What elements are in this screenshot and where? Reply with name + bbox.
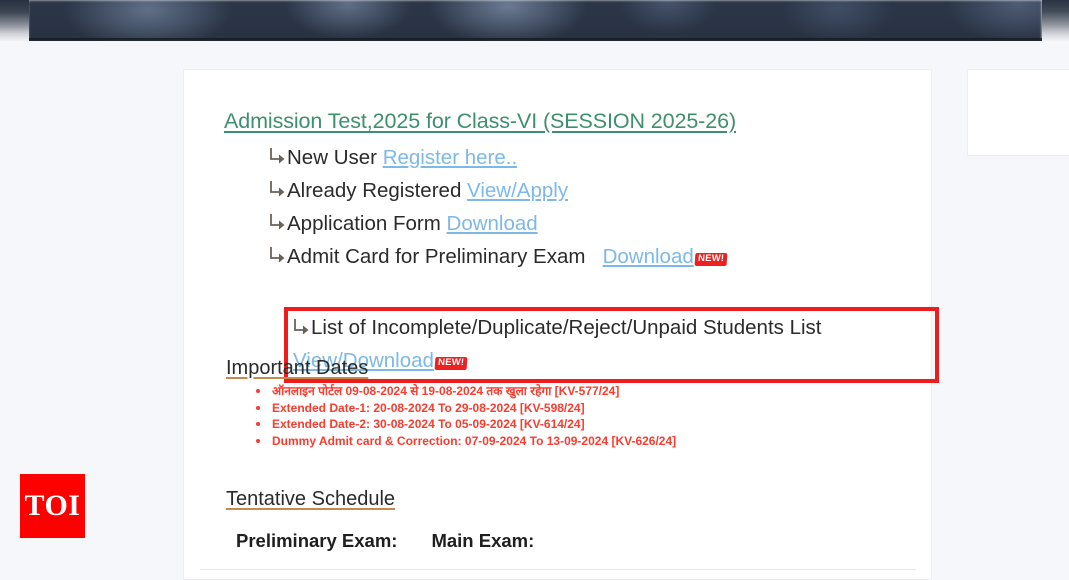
list-item-new-user[interactable]: New User Register here..	[224, 141, 924, 174]
list-item-already-registered[interactable]: Already Registered View/Apply	[224, 174, 924, 207]
bullet-icon	[256, 422, 260, 426]
right-turn-arrow-icon	[269, 141, 287, 174]
bullet-icon	[256, 438, 260, 443]
highlight-line-1: List of Incomplete/Duplicate/Reject/Unpa…	[293, 311, 822, 345]
page-title: Admission Test,2025 for Class-VI (SESSIO…	[224, 109, 737, 133]
banner-left-fade	[0, 0, 29, 41]
register-here-link[interactable]: Register here..	[383, 146, 517, 169]
date-text: Extended Date-1: 20-08-2024 To 29-08-202…	[272, 400, 585, 415]
right-turn-arrow-icon	[293, 312, 311, 345]
admission-notice: Admission Test,2025 for Class-VI (SESSIO…	[224, 108, 939, 383]
list-item-label: Already Registered	[287, 178, 462, 202]
date-text: ऑनलाइन पोर्टल 09-08-2024 से 19-08-2024 त…	[272, 384, 620, 398]
list-item-label: New User	[287, 145, 377, 169]
top-photo-banner	[0, 0, 1069, 41]
list-item: Extended Date-2: 30-08-2024 To 05-09-202…	[254, 416, 886, 433]
bullet-icon	[256, 405, 260, 410]
list-item: ऑनलाइन पोर्टल 09-08-2024 से 19-08-2024 त…	[254, 383, 886, 400]
tentative-schedule-heading: Tentative Schedule	[226, 488, 396, 510]
admit-card-download-link[interactable]: Download	[603, 245, 694, 268]
main-exam-label: Main Exam:	[431, 530, 535, 551]
view-apply-link[interactable]: View/Apply	[467, 179, 568, 202]
toi-watermark-logo: TOI	[20, 474, 85, 538]
preliminary-exam-label: Preliminary Exam:	[236, 530, 398, 551]
banner-photo-image	[28, 0, 1042, 41]
list-item-application-form[interactable]: Application Form Download	[224, 207, 924, 240]
date-text: Dummy Admit card & Correction: 07-09-202…	[272, 433, 677, 448]
banner-baseline	[28, 38, 1042, 41]
list-item: Extended Date-1: 20-08-2024 To 29-08-202…	[254, 400, 886, 417]
list-item: Dummy Admit card & Correction: 07-09-202…	[254, 433, 886, 450]
important-dates-list: ऑनलाइन पोर्टल 09-08-2024 से 19-08-2024 त…	[226, 383, 886, 449]
list-item-label: Application Form	[287, 211, 441, 235]
bullet-icon	[256, 389, 260, 393]
list-item-label: Admit Card for Preliminary Exam	[287, 244, 586, 268]
highlight-label: List of Incomplete/Duplicate/Reject/Unpa…	[311, 316, 822, 339]
admission-links-list: New User Register here.. Already Registe…	[224, 141, 924, 273]
important-dates-section: Important Dates ऑनलाइन पोर्टल 09-08-2024…	[226, 355, 886, 449]
list-item-admit-card[interactable]: Admit Card for Preliminary Exam Download…	[224, 240, 924, 273]
main-content-card: Admission Test,2025 for Class-VI (SESSIO…	[183, 69, 939, 580]
exam-labels-row: Preliminary Exam: Main Exam:	[226, 530, 906, 552]
right-turn-arrow-icon	[269, 207, 287, 240]
date-text: Extended Date-2: 30-08-2024 To 05-09-202…	[272, 417, 585, 431]
tentative-schedule-section: Tentative Schedule Preliminary Exam: Main…	[226, 486, 906, 552]
side-panel-card	[967, 69, 1069, 156]
application-form-download-link[interactable]: Download	[447, 212, 538, 235]
toi-watermark-text: TOI	[24, 489, 81, 522]
important-dates-heading: Important Dates	[226, 357, 369, 379]
banner-right-fade	[1042, 0, 1069, 41]
right-turn-arrow-icon	[269, 240, 287, 273]
section-divider	[200, 569, 916, 570]
new-badge: NEW!	[694, 252, 728, 266]
right-turn-arrow-icon	[269, 174, 287, 207]
